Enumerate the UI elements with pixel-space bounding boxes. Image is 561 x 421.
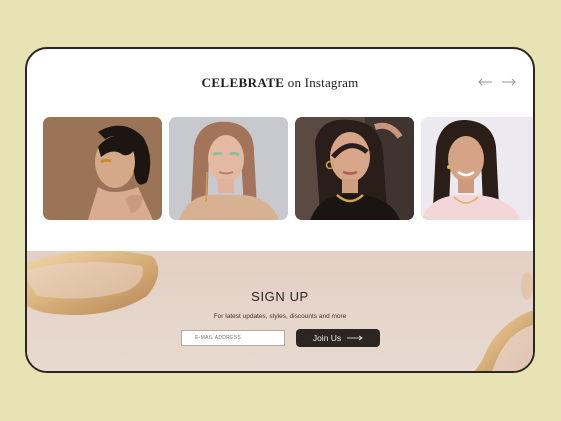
instagram-photo-2[interactable] (169, 117, 288, 220)
signup-subtitle: For latest updates, styles, discounts an… (213, 313, 347, 320)
instagram-photo-3[interactable] (295, 117, 414, 220)
landing-page-frame: CELEBRATE on Instagram SIGN UP For lates… (25, 47, 535, 373)
arrow-right-icon (347, 335, 363, 341)
instagram-gallery (43, 117, 533, 223)
instagram-photo-1[interactable] (43, 117, 162, 220)
join-us-button[interactable]: Join Us (296, 329, 380, 347)
arrow-left-icon[interactable] (477, 77, 493, 87)
signup-section: SIGN UP For latest updates, styles, disc… (27, 251, 533, 371)
portrait-image (43, 117, 162, 220)
instagram-header: CELEBRATE on Instagram (27, 49, 533, 119)
instagram-title-rest: on Instagram (284, 75, 359, 90)
instagram-title: CELEBRATE on Instagram (27, 75, 533, 91)
portrait-image (169, 117, 288, 220)
portrait-image (421, 117, 533, 220)
ring-decoration (27, 251, 533, 371)
portrait-image (295, 117, 414, 220)
instagram-photo-4[interactable] (421, 117, 533, 220)
email-input[interactable]: E-MAIL ADDRESS (181, 330, 285, 346)
instagram-title-bold: CELEBRATE (201, 75, 285, 90)
carousel-controls (477, 77, 517, 87)
signup-title: SIGN UP (251, 289, 309, 304)
join-us-label: Join Us (312, 333, 342, 343)
arrow-right-icon[interactable] (501, 77, 517, 87)
